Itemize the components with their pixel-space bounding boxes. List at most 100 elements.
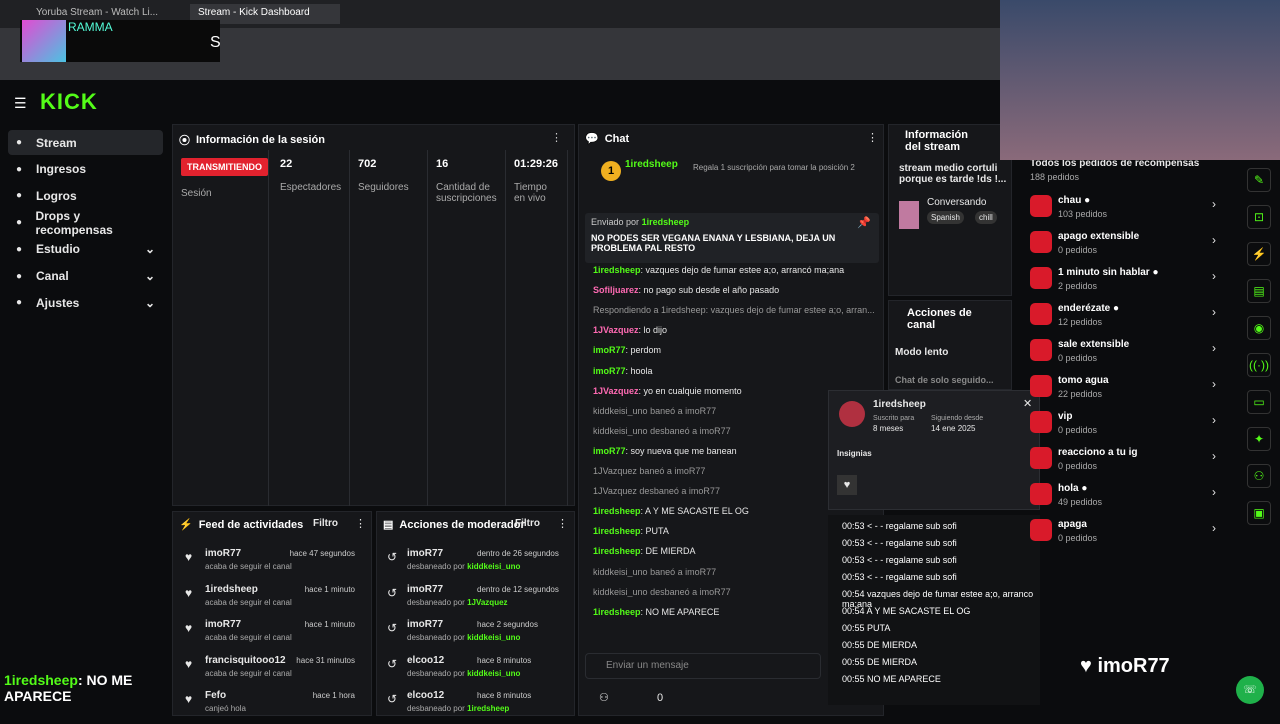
log-line: 00:53 < - - regalame sub sofi xyxy=(842,555,957,565)
pinned-user[interactable]: 1iredsheep xyxy=(642,217,690,227)
chat-user[interactable]: kiddkeisi_uno xyxy=(593,406,648,416)
chat-user[interactable]: 1iredsheep xyxy=(593,506,641,516)
kick-logo[interactable]: KICK xyxy=(40,89,98,115)
reward-row[interactable]: enderézate ● 12 pedidos › xyxy=(1030,301,1225,337)
mod-by[interactable]: 1JVazquez xyxy=(467,598,507,607)
reward-row[interactable]: apago extensible 0 pedidos › xyxy=(1030,229,1225,265)
follow-label: Siguiendo desde xyxy=(931,415,984,422)
session-live-col: TRANSMITIENDO Sesión xyxy=(173,150,269,506)
rail-button-icon[interactable]: ▤ xyxy=(1247,279,1271,303)
reward-icon xyxy=(1030,231,1052,253)
mod-user[interactable]: imoR77 xyxy=(407,548,443,559)
chat-user[interactable]: 1iredsheep xyxy=(593,546,641,556)
top-gifter-badge: 1 xyxy=(601,161,621,181)
chat-user[interactable]: kiddkeisi_uno xyxy=(593,587,648,597)
chat-user[interactable]: imoR77 xyxy=(593,345,626,355)
chat-user[interactable]: 1JVazquez xyxy=(593,386,639,396)
mod-row: ↺ imoR77 hace 2 segundos desbaneado por kid… xyxy=(377,617,567,653)
sidebar-item-canal[interactable]: ● Canal ⌄ xyxy=(8,264,163,289)
sidebar-item-ingresos[interactable]: ● Ingresos xyxy=(8,157,163,182)
feed-user[interactable]: imoR77 xyxy=(205,548,241,559)
chat-user[interactable]: kiddkeisi_uno xyxy=(593,426,648,436)
rail-button-icon[interactable]: ((·)) xyxy=(1247,353,1271,377)
mod-user[interactable]: imoR77 xyxy=(407,619,443,630)
tag-spanish: Spanish xyxy=(927,211,964,224)
rail-button-icon[interactable]: ✎ xyxy=(1247,168,1271,192)
top-gifter-name[interactable]: 1iredsheep xyxy=(625,159,678,170)
rail-button-icon[interactable]: ⊡ xyxy=(1247,205,1271,229)
reward-sub: 0 pedidos xyxy=(1058,533,1098,543)
chat-input[interactable]: Enviar un mensaje xyxy=(606,660,689,671)
reward-row[interactable]: tomo agua 22 pedidos › xyxy=(1030,373,1225,409)
chat-message: soy nueva que me banean xyxy=(630,445,737,456)
pin-icon[interactable]: 📌 xyxy=(857,216,871,229)
reward-row[interactable]: reacciono a tu ig 0 pedidos › xyxy=(1030,445,1225,481)
stat-value: 01:29:26 xyxy=(514,158,559,170)
mod-by[interactable]: kiddkeisi_uno xyxy=(467,633,520,642)
mod-filter-button[interactable]: Filtro xyxy=(515,518,540,529)
feed-user[interactable]: 1iredsheep xyxy=(205,584,258,595)
reward-row[interactable]: vip 0 pedidos › xyxy=(1030,409,1225,445)
reward-row[interactable]: sale extensible 0 pedidos › xyxy=(1030,337,1225,373)
sidebar-item-estudio[interactable]: ● Estudio ⌄ xyxy=(8,237,163,262)
rail-button-icon[interactable]: ▣ xyxy=(1247,501,1271,525)
reward-row[interactable]: chau ● 103 pedidos › xyxy=(1030,193,1225,229)
chat-more-icon[interactable]: ⋮ xyxy=(867,131,878,144)
chat-user[interactable]: imoR77 xyxy=(593,366,626,376)
feed-more-icon[interactable]: ⋮ xyxy=(355,517,366,530)
sidebar-item-drops-y-recompensas[interactable]: ● Drops y recompensas xyxy=(8,209,163,237)
chat-people-icon[interactable]: ⚇ xyxy=(599,691,609,704)
sidebar-item-ajustes[interactable]: ● Ajustes ⌄ xyxy=(8,290,163,315)
reward-row[interactable]: apaga 0 pedidos › xyxy=(1030,517,1225,553)
chat-user[interactable]: kiddkeisi_uno xyxy=(593,567,648,577)
chat-user[interactable]: imoR77 xyxy=(593,446,626,456)
menu-icon[interactable]: ☰ xyxy=(14,95,27,112)
chat-user[interactable]: 1iredsheep xyxy=(593,526,641,536)
reward-row[interactable]: 1 minuto sin hablar ● 2 pedidos › xyxy=(1030,265,1225,301)
heart-icon: ♥ xyxy=(185,656,193,671)
chat-user[interactable]: Sofiljuarez xyxy=(593,285,639,295)
chat-user[interactable]: 1JVazquez xyxy=(593,325,639,335)
mod-user[interactable]: elcoo12 xyxy=(407,655,444,666)
rail-button-icon[interactable]: ⚇ xyxy=(1247,464,1271,488)
slow-mode-button[interactable]: Modo lento xyxy=(895,347,948,358)
user-avatar xyxy=(839,401,865,427)
stream-info-text: stream medio cortuli porque es tarde !ds… xyxy=(899,163,1007,185)
mod-by[interactable]: kiddkeisi_uno xyxy=(467,669,520,678)
feed-user[interactable]: imoR77 xyxy=(205,619,241,630)
rail-button-icon[interactable]: ◉ xyxy=(1247,316,1271,340)
reward-icon xyxy=(1030,483,1052,505)
gift-prompt[interactable]: Regala 1 suscripción para tomar la posic… xyxy=(693,163,863,172)
reward-row[interactable]: hola ● 49 pedidos › xyxy=(1030,481,1225,517)
chevron-right-icon: › xyxy=(1212,233,1216,247)
mod-by[interactable]: 1iredsheep xyxy=(467,704,509,713)
chat-user[interactable]: 1iredsheep xyxy=(593,607,641,617)
mod-user[interactable]: imoR77 xyxy=(407,584,443,595)
chat-user[interactable]: 1JVazquez xyxy=(593,466,637,476)
feed-user[interactable]: francisquitooo12 xyxy=(205,655,286,666)
follower-chat-button[interactable]: Chat de solo seguido... xyxy=(895,375,994,385)
feed-filter-button[interactable]: Filtro xyxy=(313,518,338,529)
feed-user[interactable]: Fefo xyxy=(205,690,226,701)
mod-user[interactable]: elcoo12 xyxy=(407,690,444,701)
rail-button-icon[interactable]: ✦ xyxy=(1247,427,1271,451)
reward-title: apaga xyxy=(1058,519,1087,530)
rail-button-icon[interactable]: ▭ xyxy=(1247,390,1271,414)
sidebar-item-logros[interactable]: ● Logros xyxy=(8,183,163,208)
sidebar-item-stream[interactable]: ● Stream xyxy=(8,130,163,155)
chat-message: no pago sub desde el año pasado xyxy=(643,285,780,296)
mod-row: ↺ elcoo12 hace 8 minutos desbaneado por kid… xyxy=(377,653,567,689)
session-more-icon[interactable]: ⋮ xyxy=(551,131,562,144)
chat-user[interactable]: 1JVazquez xyxy=(593,486,637,496)
mod-sub: desbaneado por 1JVazquez xyxy=(407,597,508,607)
feed-time: hace 47 segundos xyxy=(289,549,355,558)
rail-button-icon[interactable]: ⚡ xyxy=(1247,242,1271,266)
mod-more-icon[interactable]: ⋮ xyxy=(557,517,568,530)
mod-by[interactable]: kiddkeisi_uno xyxy=(467,562,520,571)
chat-input-wrap[interactable]: Enviar un mensaje xyxy=(585,653,821,679)
heart-icon[interactable]: ♥ xyxy=(837,475,857,495)
chevron-right-icon: › xyxy=(1212,377,1216,391)
chat-user[interactable]: 1iredsheep xyxy=(593,265,641,275)
follow-value: 14 ene 2025 xyxy=(931,424,976,433)
support-icon[interactable]: ☏ xyxy=(1236,676,1264,704)
